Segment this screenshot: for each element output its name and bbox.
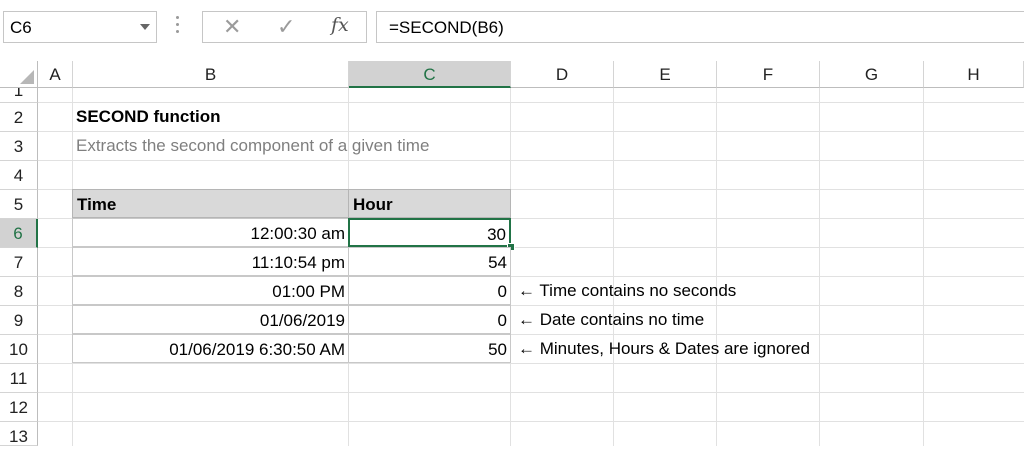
table-cell-value[interactable]: 54 <box>348 247 511 276</box>
note-cell[interactable]: ← Minutes, Hours & Dates are ignored <box>518 334 810 363</box>
sheet-subtitle[interactable]: Extracts the second component of a given… <box>76 131 429 160</box>
enter-icon[interactable]: ✓ <box>277 14 295 40</box>
row-header-11[interactable]: 11 <box>0 364 38 393</box>
name-box-value: C6 <box>10 18 32 37</box>
note-cell[interactable]: ← Date contains no time <box>518 305 704 334</box>
table-cell-time[interactable]: 01/06/2019 <box>72 305 349 334</box>
table-header-time[interactable]: Time <box>72 189 349 218</box>
chevron-down-icon[interactable] <box>140 24 150 30</box>
sheet-title[interactable]: SECOND function <box>76 102 221 131</box>
column-header-c[interactable]: C <box>349 61 511 88</box>
row-header-5[interactable]: 5 <box>0 190 38 219</box>
row-header-6[interactable]: 6 <box>0 219 38 248</box>
table-cell-time[interactable]: 11:10:54 pm <box>72 247 349 276</box>
row-header-12[interactable]: 12 <box>0 393 38 422</box>
gridline <box>38 421 1024 422</box>
column-header-h[interactable]: H <box>924 61 1024 88</box>
column-header-f[interactable]: F <box>717 61 820 88</box>
name-box[interactable]: C6 <box>3 11 157 43</box>
formula-text: =SECOND(B6) <box>389 18 504 37</box>
table-cell-time[interactable]: 01:00 PM <box>72 276 349 305</box>
row-header-7[interactable]: 7 <box>0 248 38 277</box>
table-cell-time[interactable]: 12:00:30 am <box>72 218 349 247</box>
drag-handle-icon[interactable] <box>175 16 181 38</box>
row-header-2[interactable]: 2 <box>0 103 38 132</box>
insert-function-icon[interactable]: fx <box>331 14 349 36</box>
select-all-icon <box>20 70 34 84</box>
row-header-4[interactable]: 4 <box>0 161 38 190</box>
table-cell-value[interactable]: 0 <box>348 276 511 305</box>
row-header-10[interactable]: 10 <box>0 335 38 364</box>
table-header-hour[interactable]: Hour <box>348 189 511 218</box>
formula-bar: C6 ✕ ✓ fx =SECOND(B6) <box>0 0 1024 61</box>
note-cell[interactable]: ← Time contains no seconds <box>518 276 736 305</box>
column-header-e[interactable]: E <box>614 61 717 88</box>
cancel-icon[interactable]: ✕ <box>223 14 241 40</box>
column-header-a[interactable]: A <box>38 61 73 88</box>
column-header-d[interactable]: D <box>511 61 614 88</box>
table-cell-time[interactable]: 01/06/2019 6:30:50 AM <box>72 334 349 363</box>
row-header-3[interactable]: 3 <box>0 132 38 161</box>
active-cell[interactable]: 30 <box>348 218 511 247</box>
column-header-b[interactable]: B <box>73 61 349 88</box>
table-cell-value[interactable]: 50 <box>348 334 511 363</box>
gridline <box>38 392 1024 393</box>
select-all-corner[interactable] <box>0 61 38 88</box>
row-header-13[interactable]: 13 <box>0 422 38 446</box>
table-cell-value[interactable]: 0 <box>348 305 511 334</box>
formula-input[interactable]: =SECOND(B6) <box>376 11 1024 43</box>
column-header-g[interactable]: G <box>820 61 924 88</box>
row-header-1[interactable]: 1 <box>0 88 38 103</box>
gridline <box>38 160 1024 161</box>
formula-buttons: ✕ ✓ fx <box>202 11 367 43</box>
row-header-9[interactable]: 9 <box>0 306 38 335</box>
row-header-8[interactable]: 8 <box>0 277 38 306</box>
